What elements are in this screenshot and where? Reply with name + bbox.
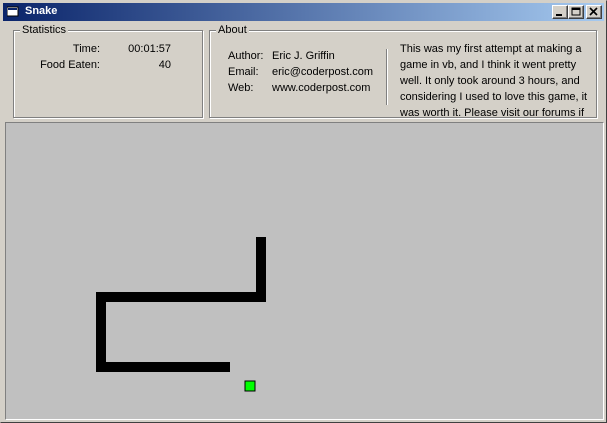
time-value: 00:01:57 (128, 43, 171, 55)
title-bar[interactable]: Snake (3, 3, 604, 21)
food-pellet (244, 380, 256, 392)
time-label: Time: (72, 43, 100, 55)
about-group: About Author: Eric J. Griffin Email: eri… (209, 23, 597, 135)
food-eaten-value: 40 (158, 59, 171, 71)
email-value[interactable]: eric@coderpost.com (272, 66, 373, 78)
maximize-button[interactable] (568, 5, 584, 19)
email-label: Email: (228, 66, 259, 78)
statistics-legend: Statistics (20, 23, 69, 37)
game-playfield[interactable] (5, 122, 604, 420)
close-icon (589, 7, 598, 16)
about-divider (386, 49, 387, 105)
snake-body (96, 237, 266, 372)
food-eaten-label: Food Eaten: (40, 59, 100, 71)
web-value[interactable]: www.coderpost.com (272, 82, 370, 94)
minimize-icon (556, 14, 562, 16)
web-label: Web: (228, 82, 254, 94)
author-value: Eric J. Griffin (272, 50, 335, 62)
about-legend: About (216, 23, 249, 37)
app-icon (7, 6, 19, 17)
statistics-group: Statistics Time: 00:01:57 Food Eaten: 40 (13, 23, 203, 118)
minimize-button[interactable] (552, 5, 568, 19)
maximize-icon (571, 7, 581, 16)
snake-window: Snake Statistics Time: 00:01:57 Food Eat… (0, 0, 607, 423)
author-label: Author: (228, 50, 264, 62)
window-title: Snake (25, 5, 58, 17)
game-canvas (96, 237, 266, 392)
close-button[interactable] (586, 5, 602, 19)
